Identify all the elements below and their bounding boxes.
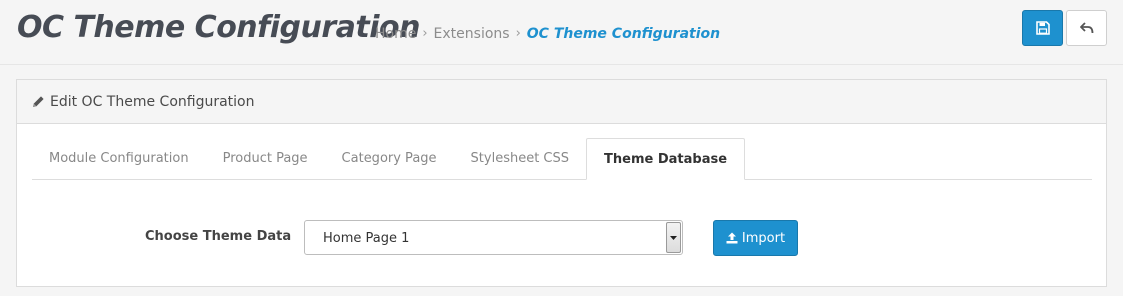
breadcrumb-separator-icon: › (422, 26, 428, 41)
tab-category-page[interactable]: Category Page (325, 138, 454, 178)
breadcrumb: Home › Extensions › OC Theme Configurati… (375, 24, 720, 44)
tab-product-page[interactable]: Product Page (206, 138, 325, 178)
breadcrumb-extensions[interactable]: Extensions (434, 24, 510, 44)
import-button[interactable]: Import (713, 220, 798, 256)
page-title: OC Theme Configuration (17, 10, 420, 45)
panel-heading: Edit OC Theme Configuration (17, 80, 1106, 124)
back-button[interactable] (1066, 10, 1107, 46)
breadcrumb-separator-icon: › (515, 26, 521, 41)
reply-arrow-icon (1079, 21, 1094, 35)
import-button-label: Import (741, 230, 786, 246)
breadcrumb-home[interactable]: Home (375, 24, 416, 44)
floppy-disk-icon (1035, 21, 1050, 35)
save-button[interactable] (1022, 10, 1063, 46)
choose-theme-data-label: Choose Theme Data (145, 229, 292, 244)
breadcrumb-current[interactable]: OC Theme Configuration (527, 24, 720, 44)
upload-icon (726, 232, 738, 244)
select-arrow-icon[interactable] (666, 222, 681, 253)
tab-module-configuration[interactable]: Module Configuration (32, 138, 206, 178)
tab-stylesheet-css[interactable]: Stylesheet CSS (454, 138, 586, 178)
tab-theme-database[interactable]: Theme Database (586, 138, 746, 180)
theme-data-select[interactable]: Home Page 1 (304, 220, 683, 255)
tab-bar: Module Configuration Product Page Catego… (32, 138, 1092, 180)
page-header: OC Theme Configuration Home › Extensions… (0, 0, 1123, 65)
edit-panel: Edit OC Theme Configuration Module Confi… (16, 79, 1107, 287)
theme-data-form-row: Choose Theme Data Home Page 1 Import (17, 220, 1106, 256)
theme-data-select-value: Home Page 1 (323, 231, 410, 246)
panel-heading-text: Edit OC Theme Configuration (50, 93, 255, 110)
pencil-icon (32, 95, 45, 108)
